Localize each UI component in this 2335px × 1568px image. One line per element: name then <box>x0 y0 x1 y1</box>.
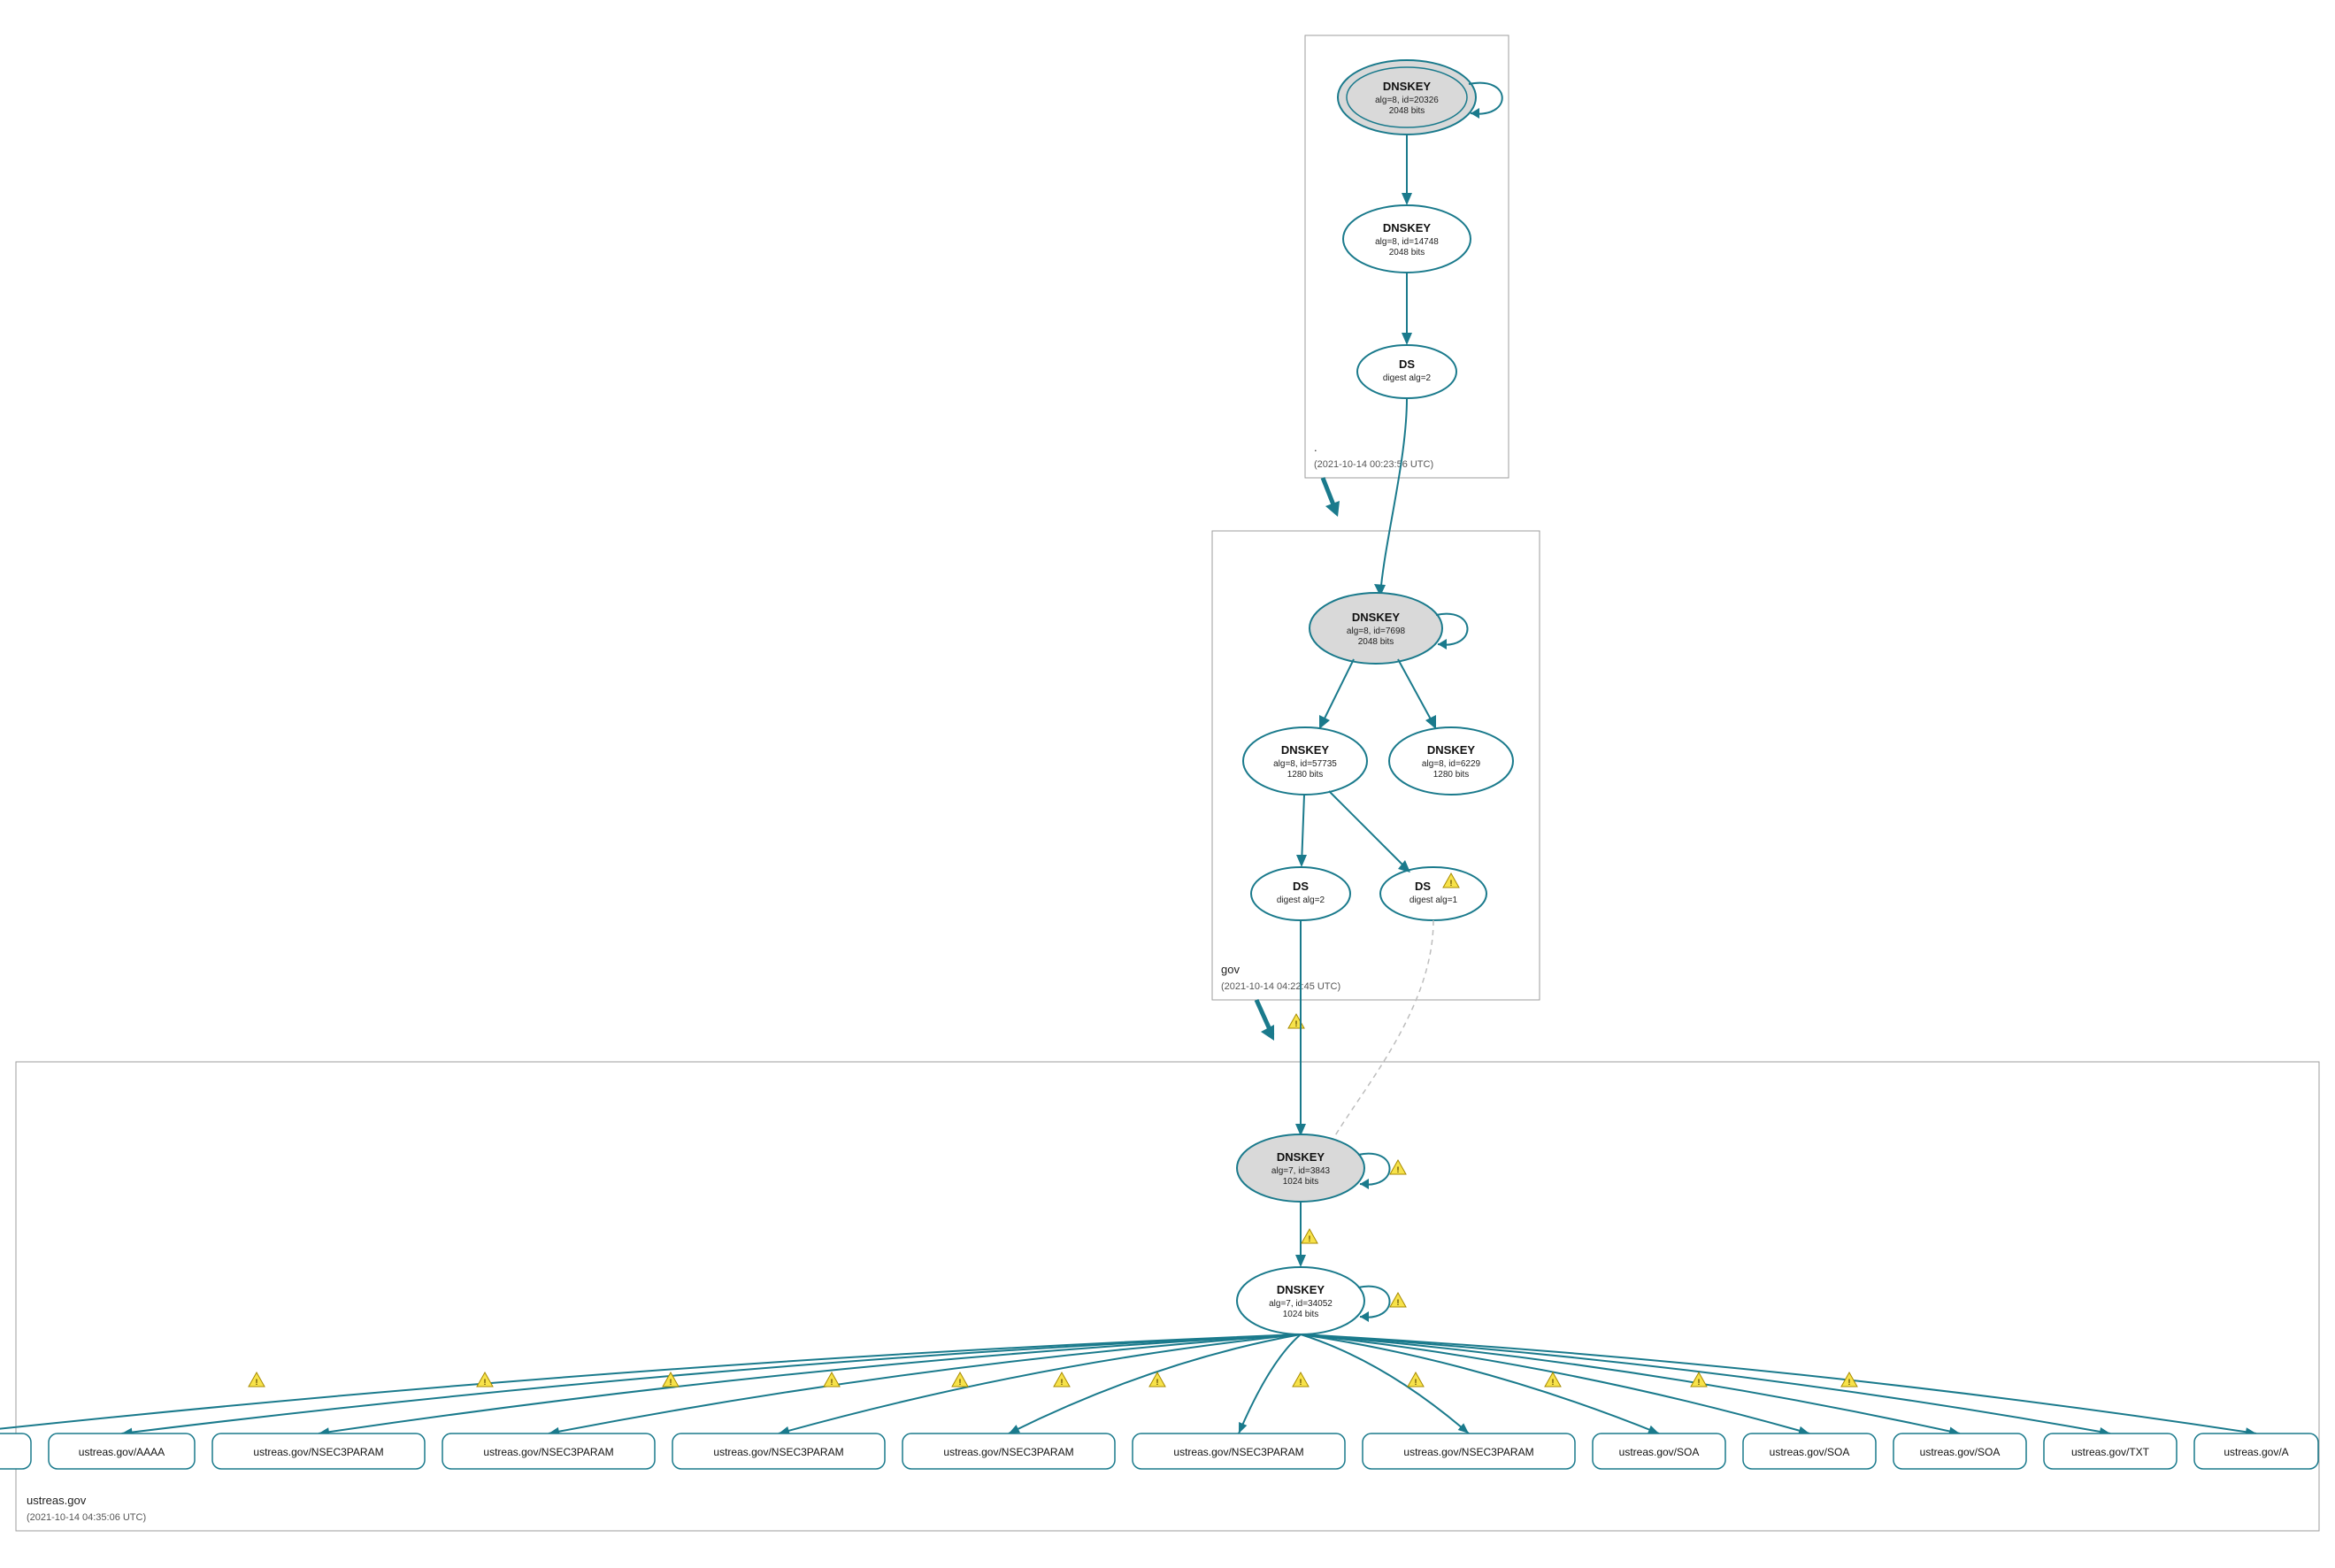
svg-text:1280 bits: 1280 bits <box>1433 770 1470 780</box>
rrset-box <box>0 1433 31 1469</box>
zone-ustreas: ustreas.gov (2021-10-14 04:35:06 UTC) DN… <box>0 920 2319 1531</box>
node-ustreas-zsk: DNSKEY alg=7, id=34052 1024 bits <box>1237 1267 1364 1334</box>
svg-text:DNSKEY: DNSKEY <box>1383 80 1432 93</box>
rrset-label: ustreas.gov/TXT <box>2071 1446 2150 1458</box>
zone-root-label: . <box>1314 441 1317 454</box>
svg-text:DNSKEY: DNSKEY <box>1352 611 1401 624</box>
zone-gov: gov (2021-10-14 04:22:45 UTC) DNSKEY alg… <box>1212 398 1540 1000</box>
rrset-label: ustreas.gov/NSEC3PARAM <box>483 1446 613 1458</box>
svg-text:2048 bits: 2048 bits <box>1389 248 1425 257</box>
svg-text:!: ! <box>1061 1378 1064 1387</box>
svg-text:!: ! <box>1156 1378 1159 1387</box>
warning-icon: ! <box>1390 1293 1406 1307</box>
svg-text:1280 bits: 1280 bits <box>1287 770 1324 780</box>
svg-text:!: ! <box>1848 1378 1851 1387</box>
rrset-label: ustreas.gov/NSEC3PARAM <box>1403 1446 1533 1458</box>
rrset-label: ustreas.gov/NSEC3PARAM <box>943 1446 1073 1458</box>
node-gov-zsk-b: DNSKEY alg=8, id=6229 1280 bits <box>1389 727 1513 795</box>
rrset-label: ustreas.gov/SOA <box>1770 1446 1850 1458</box>
svg-text:1024 bits: 1024 bits <box>1283 1177 1319 1187</box>
svg-text:DS: DS <box>1399 357 1415 371</box>
warning-icon: ! <box>1149 1372 1165 1387</box>
svg-text:!: ! <box>1698 1378 1701 1387</box>
svg-text:alg=7, id=34052: alg=7, id=34052 <box>1269 1299 1333 1309</box>
rrset-label: ustreas.gov/A <box>2224 1446 2288 1458</box>
rrset-label: ustreas.gov/NSEC3PARAM <box>1173 1446 1303 1458</box>
svg-text:!: ! <box>1552 1378 1555 1387</box>
zone-ustreas-timestamp: (2021-10-14 04:35:06 UTC) <box>27 1512 146 1523</box>
svg-text:!: ! <box>831 1378 833 1387</box>
zone-root-timestamp: (2021-10-14 00:23:56 UTC) <box>1314 459 1433 470</box>
svg-text:DS: DS <box>1293 880 1309 893</box>
svg-text:DNSKEY: DNSKEY <box>1427 743 1476 757</box>
warning-icon: ! <box>249 1372 265 1387</box>
svg-text:!: ! <box>484 1378 487 1387</box>
svg-text:alg=7, id=3843: alg=7, id=3843 <box>1271 1166 1331 1176</box>
warning-icon: ! <box>1054 1372 1070 1387</box>
svg-text:DS: DS <box>1415 880 1431 893</box>
warning-icon: ! <box>477 1372 493 1387</box>
node-ustreas-ksk: DNSKEY alg=7, id=3843 1024 bits <box>1237 1134 1364 1202</box>
dnssec-diagram: . (2021-10-14 00:23:56 UTC) DNSKEY alg=8… <box>0 0 2335 1568</box>
warning-icon: ! <box>1691 1372 1707 1387</box>
warning-icon: ! <box>1545 1372 1561 1387</box>
svg-text:!: ! <box>1309 1234 1311 1243</box>
node-root-ds: DS digest alg=2 <box>1357 345 1456 398</box>
svg-text:!: ! <box>1300 1378 1302 1387</box>
svg-text:1024 bits: 1024 bits <box>1283 1310 1319 1319</box>
svg-text:alg=8, id=7698: alg=8, id=7698 <box>1347 626 1406 636</box>
warning-icon: ! <box>1302 1229 1317 1243</box>
svg-text:!: ! <box>670 1378 672 1387</box>
svg-text:alg=8, id=20326: alg=8, id=20326 <box>1375 96 1439 105</box>
svg-text:DNSKEY: DNSKEY <box>1277 1283 1325 1296</box>
warning-icon: ! <box>1408 1372 1424 1387</box>
node-gov-ds-a: DS digest alg=2 <box>1251 867 1350 920</box>
zone-ustreas-label: ustreas.gov <box>27 1494 87 1507</box>
zone-gov-timestamp: (2021-10-14 04:22:45 UTC) <box>1221 981 1340 992</box>
svg-text:alg=8, id=6229: alg=8, id=6229 <box>1422 759 1481 769</box>
svg-text:!: ! <box>1397 1298 1400 1307</box>
svg-text:DNSKEY: DNSKEY <box>1277 1150 1325 1164</box>
node-gov-zsk-a: DNSKEY alg=8, id=57735 1280 bits <box>1243 727 1367 795</box>
rrset-row: ustreas.gov/NS!ustreas.gov/AAAA!ustreas.… <box>0 1334 2318 1469</box>
svg-text:digest alg=2: digest alg=2 <box>1277 895 1325 905</box>
svg-text:2048 bits: 2048 bits <box>1389 106 1425 116</box>
svg-text:digest alg=2: digest alg=2 <box>1383 373 1432 383</box>
zone-gov-label: gov <box>1221 963 1240 976</box>
rrset-label: ustreas.gov/SOA <box>1920 1446 2001 1458</box>
rrset-label: ustreas.gov/NSEC3PARAM <box>713 1446 843 1458</box>
svg-text:!: ! <box>1450 879 1453 888</box>
svg-text:!: ! <box>1397 1165 1400 1174</box>
svg-text:DNSKEY: DNSKEY <box>1383 221 1432 234</box>
node-gov-ds-b: DS digest alg=1 <box>1380 867 1486 920</box>
node-gov-ksk: DNSKEY alg=8, id=7698 2048 bits <box>1310 593 1442 664</box>
svg-text:DNSKEY: DNSKEY <box>1281 743 1330 757</box>
svg-text:alg=8, id=14748: alg=8, id=14748 <box>1375 237 1439 247</box>
svg-text:alg=8, id=57735: alg=8, id=57735 <box>1273 759 1337 769</box>
warning-icon: ! <box>952 1372 968 1387</box>
node-root-zsk: DNSKEY alg=8, id=14748 2048 bits <box>1343 205 1471 273</box>
rrset-label: ustreas.gov/AAAA <box>79 1446 165 1458</box>
svg-text:2048 bits: 2048 bits <box>1358 637 1394 647</box>
warning-icon: ! <box>824 1372 840 1387</box>
svg-text:!: ! <box>959 1378 962 1387</box>
warning-icon: ! <box>1288 1014 1304 1028</box>
svg-text:!: ! <box>256 1378 258 1387</box>
node-root-ksk: DNSKEY alg=8, id=20326 2048 bits <box>1338 60 1476 135</box>
svg-text:!: ! <box>1295 1019 1298 1028</box>
svg-text:!: ! <box>1415 1378 1417 1387</box>
svg-text:digest alg=1: digest alg=1 <box>1409 895 1458 905</box>
rrset-label: ustreas.gov/NSEC3PARAM <box>253 1446 383 1458</box>
warning-icon: ! <box>1390 1160 1406 1174</box>
warning-icon: ! <box>1293 1372 1309 1387</box>
rrset-label: ustreas.gov/SOA <box>1619 1446 1700 1458</box>
